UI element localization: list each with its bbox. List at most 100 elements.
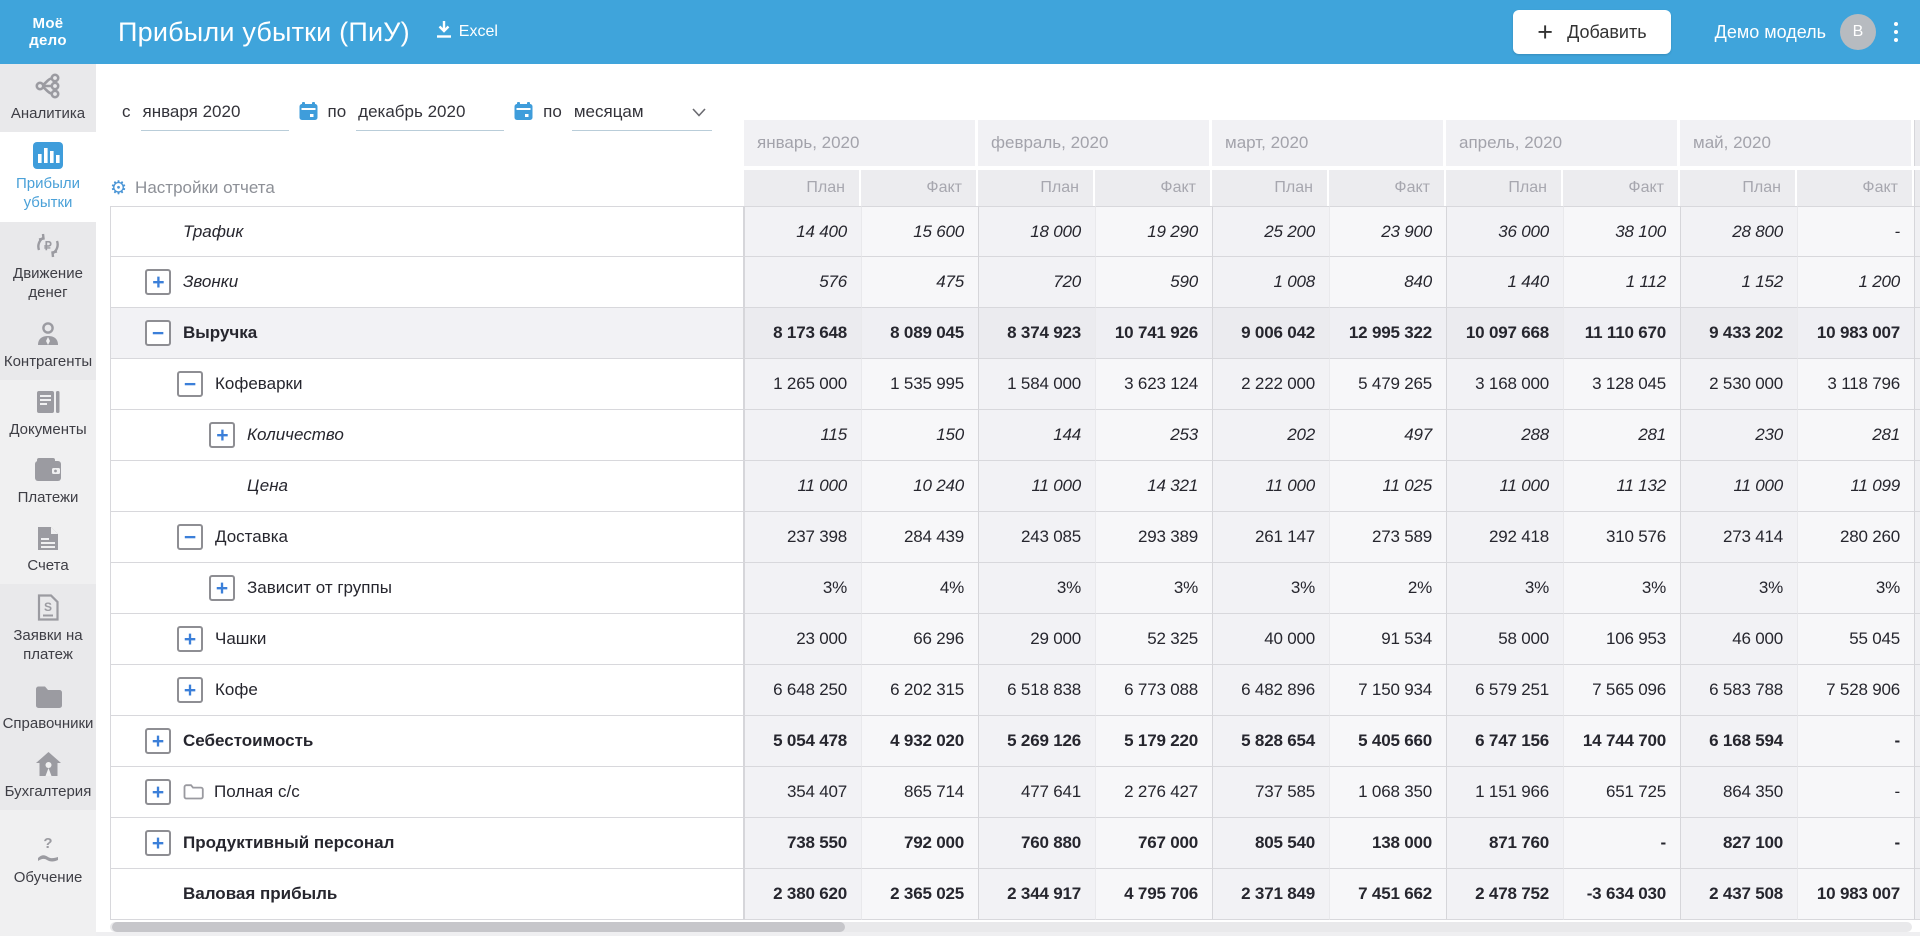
plan-value-cell: 5 828 654 (1212, 716, 1329, 767)
fact-value-cell: 106 953 (1563, 614, 1680, 665)
fact-value-cell: 4 932 020 (861, 716, 978, 767)
row-label: Выручка (183, 323, 258, 342)
expand-toggle-icon[interactable]: + (177, 677, 203, 703)
expand-toggle-icon[interactable]: + (145, 728, 171, 754)
clipped-next-column (1914, 563, 1920, 614)
sidebar-item-label: Прибыли (15, 174, 80, 192)
sidebar-item-documents[interactable]: Документы (0, 380, 96, 448)
expand-toggle-icon[interactable]: + (209, 422, 235, 448)
sidebar-item-counterparties[interactable]: Контрагенты (0, 312, 96, 380)
fact-value-cell: 10 741 926 (1095, 308, 1212, 359)
fact-value-cell: 5 405 660 (1329, 716, 1446, 767)
period-label: по (543, 102, 562, 121)
fact-value-cell: 55 045 (1797, 614, 1914, 665)
fact-value-cell: 5 479 265 (1329, 359, 1446, 410)
month-column-header: март, 2020 (1212, 120, 1446, 166)
expand-toggle-icon[interactable]: + (145, 830, 171, 856)
avatar[interactable]: B (1840, 14, 1876, 50)
money-flow-icon: ₽ (34, 233, 62, 259)
fact-value-cell: 590 (1095, 257, 1212, 308)
sidebar-item-analytics[interactable]: Аналитика (0, 64, 96, 132)
excel-export-button[interactable]: Excel (436, 21, 498, 43)
from-date-field[interactable]: января 2020 (140, 100, 289, 131)
calendar-icon[interactable] (514, 102, 533, 121)
account-name[interactable]: Демо модель (1715, 22, 1826, 43)
row-label-cell: − Кофеварки (110, 359, 744, 410)
sidebar-item-label: Контрагенты (3, 353, 93, 370)
table-row: + Звонки 576 475 720 590 1 008 840 1 440 1 112 1 1… (110, 257, 1920, 308)
education-icon: ? (35, 836, 61, 863)
sidebar: Аналитика Прибыли убытки ₽ Движение денег Конт… (0, 64, 96, 936)
horizontal-scrollbar-thumb[interactable] (112, 922, 845, 932)
svg-text:₽: ₽ (44, 239, 52, 253)
collapse-toggle-icon[interactable]: − (177, 371, 203, 397)
fact-value-cell: 12 995 322 (1329, 308, 1446, 359)
table-row: Валовая прибыль 2 380 620 2 365 025 2 344 9… (110, 869, 1920, 920)
sidebar-item-profit-loss[interactable]: Прибыли убытки (0, 132, 96, 222)
plan-value-cell: 3% (744, 563, 861, 614)
collapse-toggle-icon[interactable]: − (177, 524, 203, 550)
plan-value-cell: 871 760 (1446, 818, 1563, 869)
table-row: Трафик 14 400 15 600 18 000 19 290 25 200 23 9… (110, 206, 1920, 257)
sidebar-item-payments[interactable]: Платежи (0, 448, 96, 516)
sidebar-item-label: Движение (13, 264, 83, 282)
fact-value-cell: 7 150 934 (1329, 665, 1446, 716)
top-right-controls: + Добавить Демо модель B (1513, 10, 1920, 54)
fact-value-cell: 273 589 (1329, 512, 1446, 563)
clipped-next-column (1914, 767, 1920, 818)
sidebar-item-label: Обучение (13, 869, 83, 886)
fact-value-cell: 3% (1797, 563, 1914, 614)
sidebar-item-invoices[interactable]: Счета (0, 516, 96, 584)
plan-value-cell: 1 440 (1446, 257, 1563, 308)
plan-value-cell: 1 152 (1680, 257, 1797, 308)
sidebar-item-education[interactable]: ? Обучение (0, 828, 96, 896)
fact-value-cell: 10 983 007 (1797, 869, 1914, 920)
fact-value-cell: - (1563, 818, 1680, 869)
fact-value-cell: 91 534 (1329, 614, 1446, 665)
sidebar-item-accounting[interactable]: Бухгалтерия (0, 742, 96, 810)
plan-value-cell: 576 (744, 257, 861, 308)
plan-value-cell: 1 584 000 (978, 359, 1095, 410)
table-row: + Продуктивный персонал 738 550 792 000 760 … (110, 818, 1920, 869)
fact-value-cell: 1 535 995 (861, 359, 978, 410)
fact-value-cell: 10 240 (861, 461, 978, 512)
plan-value-cell: 144 (978, 410, 1095, 461)
moe-delo-logo[interactable]: Моё дело (0, 15, 96, 49)
table-row: + Полная с/с 354 407 865 714 477 641 2 276 42… (110, 767, 1920, 818)
sidebar-item-payment-request[interactable]: S Заявки на платеж (0, 584, 96, 674)
sidebar-item-label: Заявки на (13, 626, 83, 644)
kebab-menu-icon[interactable] (1894, 22, 1898, 42)
period-select[interactable]: месяцам (571, 100, 712, 131)
add-button-label: Добавить (1567, 21, 1647, 42)
expand-toggle-icon[interactable]: + (177, 626, 203, 652)
collapse-toggle-icon[interactable]: − (145, 320, 171, 346)
sidebar-item-money-flow[interactable]: ₽ Движение денег (0, 222, 96, 312)
fact-value-cell: 138 000 (1329, 818, 1446, 869)
plan-value-cell: 6 168 594 (1680, 716, 1797, 767)
page-title: Прибыли убытки (ПиУ) (118, 16, 410, 47)
row-label-cell: + Продуктивный персонал (110, 818, 744, 869)
counterparties-icon (35, 321, 61, 347)
clipped-next-column (1914, 818, 1920, 869)
row-label: Трафик (183, 221, 244, 241)
sidebar-item-directories[interactable]: Справочники (0, 674, 96, 742)
plan-value-cell: 738 550 (744, 818, 861, 869)
fact-value-cell: 1 068 350 (1329, 767, 1446, 818)
report-settings-button[interactable]: ⚙ Настройки отчета (110, 170, 744, 206)
row-label-cell: + Звонки (110, 257, 744, 308)
plan-value-cell: 1 008 (1212, 257, 1329, 308)
plan-value-cell: 58 000 (1446, 614, 1563, 665)
plan-value-cell: 5 269 126 (978, 716, 1095, 767)
fact-value-cell: 7 528 906 (1797, 665, 1914, 716)
add-button[interactable]: + Добавить (1513, 10, 1671, 54)
calendar-icon[interactable] (299, 102, 318, 121)
clipped-next-column (1914, 869, 1920, 920)
expand-toggle-icon[interactable]: + (145, 779, 171, 805)
expand-toggle-icon[interactable]: + (145, 269, 171, 295)
to-date-field[interactable]: декабрь 2020 (356, 100, 505, 131)
plan-value-cell: 2 380 620 (744, 869, 861, 920)
from-date-value: января 2020 (142, 102, 241, 121)
fact-subcolumn-header: Факт (1329, 170, 1446, 206)
clipped-next-column (1914, 614, 1920, 665)
expand-toggle-icon[interactable]: + (209, 575, 235, 601)
